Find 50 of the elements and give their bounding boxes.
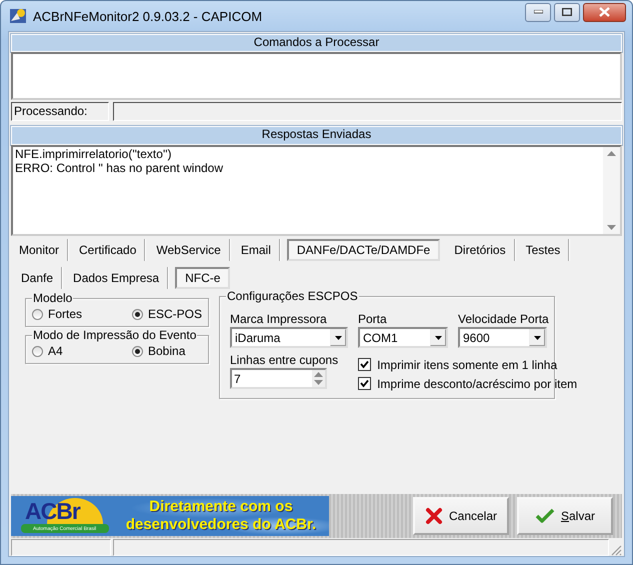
checkbox[interactable]	[358, 358, 372, 371]
radio-label: A4	[48, 344, 63, 358]
radio-button[interactable]	[32, 308, 43, 320]
response-line: ERRO: Control '' has no parent window	[15, 161, 224, 175]
status-label: Processando:	[11, 102, 109, 121]
radio-label: Fortes	[48, 307, 82, 321]
field-label: Porta	[358, 311, 388, 327]
field-label: Velocidade Porta	[458, 311, 547, 327]
minimize-icon	[534, 10, 542, 14]
responses-textarea[interactable]: NFE.imprimirrelatorio(''texto'') ERRO: Control '' has no parent window	[11, 145, 622, 236]
resize-grip-icon[interactable]	[611, 545, 622, 556]
commands-textarea[interactable]	[11, 52, 622, 100]
field-label: Linhas entre cupons	[230, 352, 338, 368]
maximize-button[interactable]	[554, 2, 580, 22]
app-icon	[9, 7, 27, 25]
checkbox-label: Imprime desconto/acréscimo por item	[377, 376, 578, 390]
radio-button[interactable]	[32, 346, 43, 356]
radio-label: ESC-POS	[148, 307, 202, 321]
panel-header: Comandos a Processar	[11, 34, 622, 52]
radio-label: Bobina	[148, 344, 186, 358]
radio-button[interactable]	[132, 308, 143, 320]
minimize-button[interactable]	[525, 2, 551, 22]
checkbox[interactable]	[358, 377, 372, 390]
spin-down-icon[interactable]	[314, 380, 323, 386]
scroll-up-icon[interactable]	[607, 151, 616, 156]
response-line: NFE.imprimirrelatorio(''texto'')	[15, 147, 173, 161]
dropdown-field[interactable]: COM1	[358, 327, 448, 348]
dropdown-field[interactable]: 9600	[458, 327, 547, 348]
field-label: Marca Impressora	[230, 311, 328, 327]
cancel-button[interactable]: Cancelar	[413, 497, 509, 535]
scroll-down-icon[interactable]	[607, 225, 616, 230]
group-title: Configurações ESCPOS	[226, 289, 359, 303]
save-button[interactable]: Salvar	[517, 497, 613, 535]
panel-header: Respostas Enviadas	[11, 126, 622, 145]
checkbox-label: Imprimir itens somente em 1 linha	[377, 358, 558, 372]
window-title: ACBrNFeMonitor2 0.9.03.2 - CAPICOM	[33, 8, 264, 24]
tab[interactable]: DANFe/DACTe/DAMDFe	[286, 239, 440, 261]
radio-button[interactable]	[132, 346, 143, 356]
close-icon	[424, 507, 443, 525]
spin-up-icon[interactable]	[314, 372, 323, 377]
banner-slogan: Diretamente com os desenvolvedores do ACBr.	[124, 498, 318, 534]
tab[interactable]: NFC-e	[175, 267, 230, 289]
check-icon	[534, 508, 555, 524]
maximize-icon	[562, 8, 572, 16]
group-title: Modo de Impressão do Evento	[32, 328, 198, 342]
close-icon	[599, 7, 610, 17]
close-button[interactable]	[583, 2, 626, 22]
dropdown-field[interactable]: iDaruma	[230, 327, 348, 348]
group-title: Modelo	[32, 291, 74, 305]
spin-field[interactable]: 7	[230, 368, 327, 389]
